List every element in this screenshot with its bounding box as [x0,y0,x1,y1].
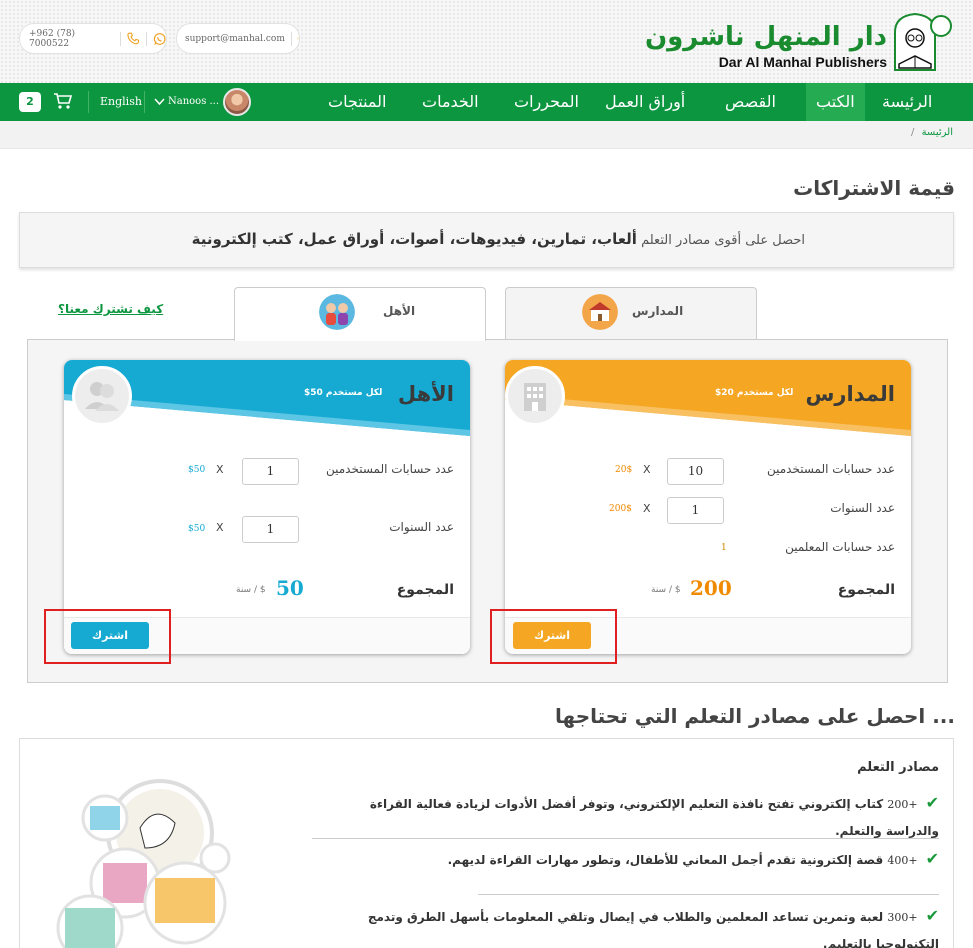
nav-item-services[interactable]: الخدمات [422,83,479,121]
email-contact[interactable]: support@manhal.com [176,23,300,54]
years-count-label: عدد السنوات [389,520,454,534]
checkmark-icon: ✔ [925,793,939,812]
checkmark-icon: ✔ [925,906,939,925]
parent-user-price: $50 [188,465,206,475]
nav-item-worksheets[interactable]: أوراق العمل [605,83,685,121]
envelope-icon [297,37,299,40]
nav-item-books[interactable]: الكتب [806,83,865,121]
school-per-user-price: لكل مستخدم 20$ [715,388,794,398]
school-icon [582,294,618,330]
parent-card-title: الأهل [397,382,454,406]
resources-heading: مصادر التعلم [857,760,939,775]
cart-icon[interactable] [53,92,73,110]
logo-english[interactable]: Dar Al Manhal Publishers [719,54,887,70]
tab-schools-label: المدارس [632,304,684,318]
nav-item-editors[interactable]: المحررات [514,83,579,121]
feature-text: كتاب إلكتروني تفتح نافذة التعليم الإلكتر… [369,797,939,838]
school-years-price: 200$ [609,504,632,514]
multiply-sign: X [216,463,224,476]
learning-resources-illustration [56,779,231,948]
email-address: support@manhal.com [185,33,285,44]
promo-banner: احصل على أقوى مصادر التعلم ألعاب، تمارين… [19,212,954,268]
school-user-price: 20$ [615,465,633,475]
parent-users-quantity-input[interactable]: 1 [242,458,299,485]
chevron-down-icon[interactable] [154,98,165,106]
total-label: المجموع [396,582,454,598]
teachers-count-label: عدد حسابات المعلمين [785,540,895,554]
divider [312,838,939,839]
users-count-label: عدد حسابات المستخدمين [767,462,895,476]
multiply-sign: X [216,521,224,534]
tab-schools[interactable]: المدارس [505,287,757,340]
school-subscribe-highlight [490,609,617,664]
feature-text: لعبة وتمرين تساعد المعلمين والطلاب في إي… [367,910,939,948]
phone-contact[interactable]: +962 (78) 7000522 [19,23,167,54]
promo-lead: احصل على أقوى مصادر التعلم [641,233,805,248]
resources-section-title: ... احصل على مصادر التعلم التي تحتاجها [555,704,955,728]
nav-divider [144,91,145,113]
school-total-value: 200 [690,576,732,600]
parent-total-value: 50 [276,576,304,600]
breadcrumb-home[interactable]: الرئيسة [922,127,953,138]
feature-count: +200 [887,798,918,811]
years-count-label: عدد السنوات [830,501,895,515]
multiply-sign: X [643,463,651,476]
breadcrumb: الرئيسة / [0,121,973,149]
family-icon [319,294,355,330]
parent-subscribe-highlight [44,609,171,664]
school-users-quantity-input[interactable]: 10 [667,458,724,485]
total-unit: $ / سنة [236,585,266,595]
avatar[interactable] [223,88,251,116]
language-switch[interactable]: English [100,83,142,121]
total-unit: $ / سنة [651,585,681,595]
feature-count: +400 [887,854,918,867]
logo-arabic[interactable]: دار المنهل ناشرون [645,22,887,52]
feature-item: ✔ +200 كتاب إلكتروني تفتح نافذة التعليم ا… [319,790,939,844]
phone-icon [127,32,140,45]
users-icon [72,366,132,426]
school-card-title: المدارس [805,382,895,406]
parent-years-price: $50 [188,524,206,534]
checkmark-icon: ✔ [925,849,939,868]
breadcrumb-separator: / [911,127,915,138]
nav-item-home[interactable]: الرئيسة [882,83,932,121]
total-label: المجموع [837,582,895,598]
school-years-quantity-input[interactable]: 1 [667,497,724,524]
top-bar: +962 (78) 7000522 support@manhal.com دار… [0,0,973,83]
promo-highlight: ألعاب، تمارين، فيديوهات، أصوات، أوراق عم… [191,230,637,248]
feature-text: قصة إلكترونية تقدم أجمل المعاني للأطفال،… [447,853,884,867]
whatsapp-icon [153,32,166,45]
logo-mascot-icon[interactable] [891,10,955,72]
parent-years-quantity-input[interactable]: 1 [242,516,299,543]
feature-item: ✔ +400 قصة إلكترونية تقدم أجمل المعاني لل… [319,846,939,874]
nav-item-products[interactable]: المنتجات [328,83,387,121]
main-nav: 2 English Nanoos ... المنتجات الخدمات ال… [0,83,973,121]
teachers-count-value: 1 [721,543,727,553]
page-title: قيمة الاشتراكات [793,176,955,200]
cart-count-badge[interactable]: 2 [19,92,41,112]
divider [478,894,939,895]
user-menu[interactable]: Nanoos ... [168,83,219,121]
feature-item: ✔ +300 لعبة وتمرين تساعد المعلمين والطلاب… [319,903,939,948]
parent-per-user-price: لكل مستخدم 50$ [304,388,383,398]
nav-divider [88,91,89,113]
phone-number: +962 (78) 7000522 [29,28,76,49]
feature-count: +300 [887,911,918,924]
how-to-subscribe-link[interactable]: كيف تشترك معنا؟ [58,302,163,316]
tab-parents[interactable]: الأهل [234,287,486,341]
multiply-sign: X [643,502,651,515]
users-count-label: عدد حسابات المستخدمين [326,462,454,476]
building-icon [505,366,565,426]
nav-item-stories[interactable]: القصص [725,83,776,121]
tab-parents-label: الأهل [383,304,416,318]
